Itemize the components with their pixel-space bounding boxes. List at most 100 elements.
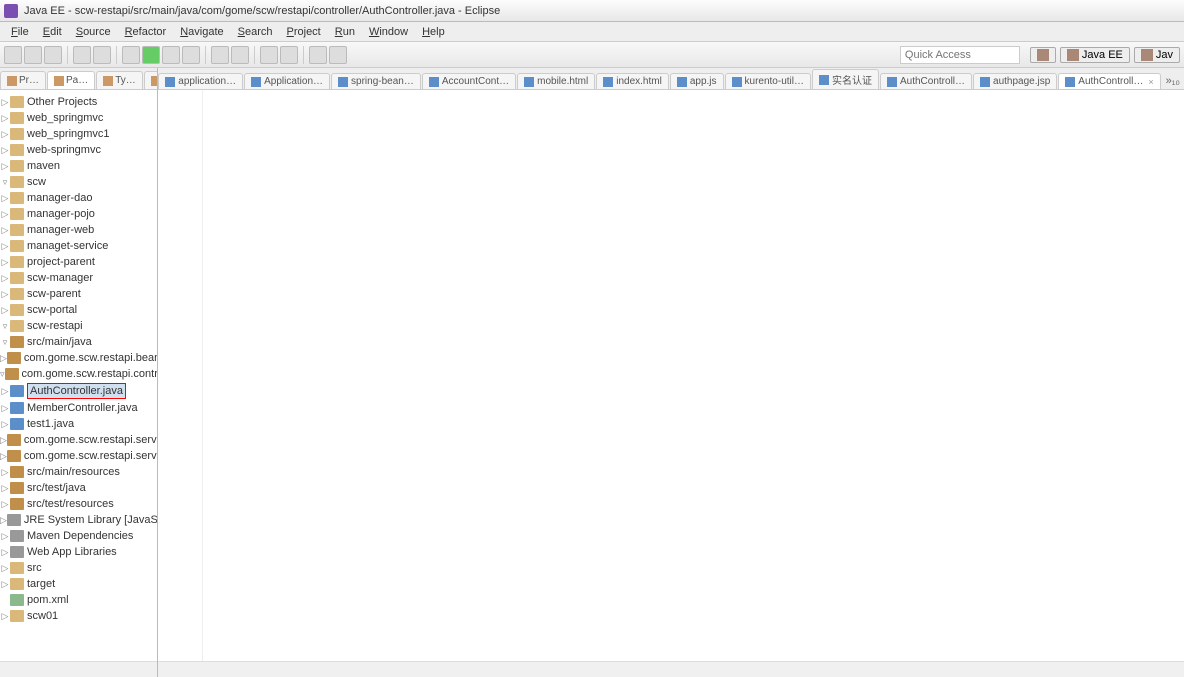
menu-window[interactable]: Window xyxy=(362,24,415,40)
new-package-button[interactable] xyxy=(231,46,249,64)
menu-run[interactable]: Run xyxy=(328,24,362,40)
left-hscroll[interactable] xyxy=(0,661,157,677)
close-icon[interactable]: × xyxy=(1148,77,1153,87)
twisty-icon[interactable]: ▿ xyxy=(0,175,10,189)
tree-node[interactable]: ▷project-parent xyxy=(0,254,157,270)
editor-hscroll[interactable] xyxy=(158,661,1184,677)
editor-tab[interactable]: index.html xyxy=(596,73,669,89)
editor-tab[interactable]: application… xyxy=(158,73,243,89)
menu-refactor[interactable]: Refactor xyxy=(118,24,174,40)
twisty-icon[interactable]: ▿ xyxy=(0,367,5,381)
tree-node[interactable]: ▷scw-manager xyxy=(0,270,157,286)
twisty-icon[interactable]: ▷ xyxy=(0,351,7,365)
tree-node[interactable]: ▷src xyxy=(0,560,157,576)
twisty-icon[interactable]: ▷ xyxy=(0,255,10,269)
search-button[interactable] xyxy=(260,46,278,64)
twisty-icon[interactable]: ▷ xyxy=(0,401,10,415)
tree-node[interactable]: ▷scw01 xyxy=(0,608,157,624)
tree-node[interactable]: ▷manager-web xyxy=(0,222,157,238)
editor-tab[interactable]: AuthControll…× xyxy=(1058,73,1160,89)
run-button[interactable] xyxy=(142,46,160,64)
twisty-icon[interactable]: ▿ xyxy=(0,335,10,349)
tree-node[interactable]: ▷manager-pojo xyxy=(0,206,157,222)
twisty-icon[interactable]: ▷ xyxy=(0,127,10,141)
twisty-icon[interactable]: ▷ xyxy=(0,433,7,447)
twisty-icon[interactable]: ▷ xyxy=(0,95,10,109)
tree-node[interactable]: ▷Other Projects xyxy=(0,94,157,110)
tree-node[interactable]: ▷AuthController.java xyxy=(0,382,157,400)
new-button[interactable] xyxy=(4,46,22,64)
editor-tab[interactable]: kurento-util… xyxy=(725,73,811,89)
tree-node[interactable]: ▷Maven Dependencies xyxy=(0,528,157,544)
twisty-icon[interactable]: ▷ xyxy=(0,143,10,157)
editor-tab[interactable]: AuthControll… xyxy=(880,73,972,89)
editor-tab[interactable]: authpage.jsp xyxy=(973,73,1057,89)
perspective-javaee[interactable]: Java EE xyxy=(1060,47,1130,63)
left-tab[interactable]: Pa… xyxy=(47,71,95,89)
tree-node[interactable]: ▷com.gome.scw.restapi.bean xyxy=(0,350,157,366)
menubar[interactable]: FileEditSourceRefactorNavigateSearchProj… xyxy=(0,22,1184,42)
tree-node[interactable]: ▷JRE System Library [JavaSE-1.7] xyxy=(0,512,157,528)
editor-tab[interactable]: spring-bean… xyxy=(331,73,421,89)
twisty-icon[interactable]: ▷ xyxy=(0,384,10,398)
save-all-button[interactable] xyxy=(44,46,62,64)
twisty-icon[interactable]: ▷ xyxy=(0,191,10,205)
tree-node[interactable]: ▷target xyxy=(0,576,157,592)
quick-access-input[interactable] xyxy=(900,46,1020,64)
tree-node[interactable]: ▿com.gome.scw.restapi.controller xyxy=(0,366,157,382)
code-editor[interactable] xyxy=(158,90,1184,661)
twisty-icon[interactable]: ▷ xyxy=(0,449,7,463)
toggle-button[interactable] xyxy=(73,46,91,64)
tree-node[interactable]: ▷MemberController.java xyxy=(0,400,157,416)
menu-search[interactable]: Search xyxy=(231,24,280,40)
annotate-button[interactable] xyxy=(280,46,298,64)
left-tab[interactable]: Ou… xyxy=(144,71,159,89)
editor-tab[interactable]: Application… xyxy=(244,73,330,89)
tree-node[interactable]: ▷scw-portal xyxy=(0,302,157,318)
code-area[interactable] xyxy=(203,90,1184,661)
twisty-icon[interactable]: ▷ xyxy=(0,159,10,173)
tree-node[interactable]: ▷src/test/java xyxy=(0,480,157,496)
twisty-icon[interactable]: ▷ xyxy=(0,111,10,125)
twisty-icon[interactable]: ▷ xyxy=(0,303,10,317)
tree-node[interactable]: ▷managet-service xyxy=(0,238,157,254)
editor-tab[interactable]: app.js xyxy=(670,73,724,89)
twisty-icon[interactable]: ▷ xyxy=(0,545,10,559)
left-tab[interactable]: Ty… xyxy=(96,71,143,89)
ext-tools-button[interactable] xyxy=(182,46,200,64)
twisty-icon[interactable]: ▿ xyxy=(0,319,10,333)
tree-node[interactable]: ▷src/test/resources xyxy=(0,496,157,512)
tree-node[interactable]: ▷com.gome.scw.restapi.service xyxy=(0,432,157,448)
build-button[interactable] xyxy=(93,46,111,64)
tree-node[interactable]: ▿src/main/java xyxy=(0,334,157,350)
tab-overflow[interactable]: »₁₀ xyxy=(1162,73,1184,89)
editor-tab[interactable]: mobile.html xyxy=(517,73,595,89)
tree-node[interactable]: ▷web_springmvc1 xyxy=(0,126,157,142)
tree-node[interactable]: ▷maven xyxy=(0,158,157,174)
twisty-icon[interactable]: ▷ xyxy=(0,239,10,253)
tree-node[interactable]: ▷com.gome.scw.restapi.service.imp xyxy=(0,448,157,464)
menu-project[interactable]: Project xyxy=(280,24,328,40)
menu-file[interactable]: File xyxy=(4,24,36,40)
new-class-button[interactable] xyxy=(211,46,229,64)
tree-node[interactable]: ▷src/main/resources xyxy=(0,464,157,480)
twisty-icon[interactable]: ▷ xyxy=(0,529,10,543)
twisty-icon[interactable]: ▷ xyxy=(0,577,10,591)
editor-tab[interactable]: 实名认证 xyxy=(812,69,879,89)
forward-button[interactable] xyxy=(329,46,347,64)
editor-tab[interactable]: AccountCont… xyxy=(422,73,516,89)
menu-edit[interactable]: Edit xyxy=(36,24,69,40)
package-explorer[interactable]: ▷Other Projects▷web_springmvc▷web_spring… xyxy=(0,90,157,661)
debug-button[interactable] xyxy=(122,46,140,64)
tree-node[interactable]: ▿scw-restapi xyxy=(0,318,157,334)
tree-node[interactable]: ▷Web App Libraries xyxy=(0,544,157,560)
tree-node[interactable]: pom.xml xyxy=(0,592,157,608)
tree-node[interactable]: ▷test1.java xyxy=(0,416,157,432)
twisty-icon[interactable]: ▷ xyxy=(0,223,10,237)
twisty-icon[interactable]: ▷ xyxy=(0,609,10,623)
twisty-icon[interactable]: ▷ xyxy=(0,465,10,479)
perspective-java[interactable]: Jav xyxy=(1134,47,1180,63)
perspective-button[interactable] xyxy=(1030,47,1056,63)
twisty-icon[interactable]: ▷ xyxy=(0,207,10,221)
twisty-icon[interactable]: ▷ xyxy=(0,417,10,431)
